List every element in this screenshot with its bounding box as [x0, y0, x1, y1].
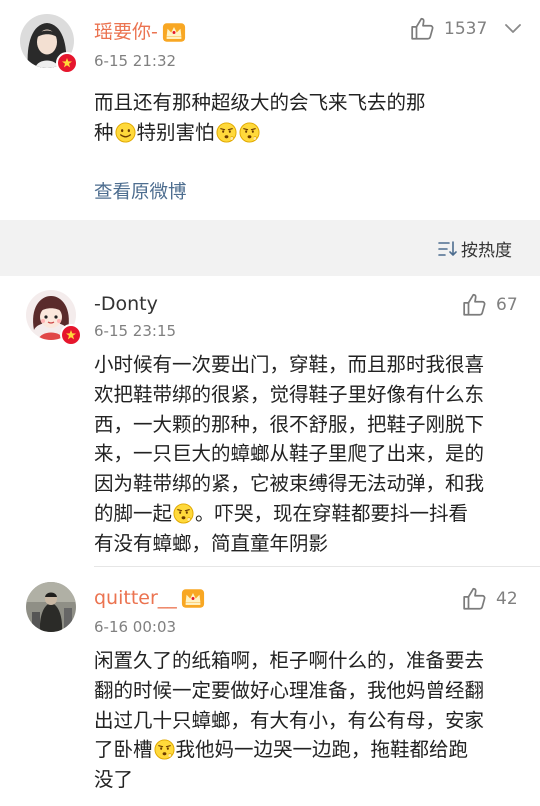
comment-card-1: 瑶要你- 6-15 21:32 1537 而且还有那种超级大的会飞来飞去的那 种…	[0, 0, 540, 220]
username[interactable]: -Donty	[94, 293, 158, 315]
comment-line: 西，一大颗的那种，很不舒服，把鞋子刚脱下	[94, 412, 485, 436]
comment-fragment: 的脚一起	[94, 501, 173, 525]
avatar[interactable]	[26, 582, 76, 632]
sort-button[interactable]: 按热度	[437, 236, 512, 261]
comment-line: 的脚一起 。吓哭，现在穿鞋都要抖一抖看	[94, 499, 484, 529]
like-button[interactable]: 42	[462, 586, 518, 612]
thumbs-up-icon	[462, 292, 488, 318]
comment-fragment: 我他妈一边哭一边跑，拖鞋都给跑	[175, 738, 469, 762]
vip-crown-icon	[162, 22, 186, 43]
sort-icon	[438, 240, 457, 256]
like-count: 42	[496, 589, 518, 609]
comment-fragment: 了卧槽	[94, 738, 153, 762]
comment-list: -Donty 6-15 23:15 67 小时候有一次要出门，穿鞋，而且那时我很…	[0, 276, 540, 806]
username-text[interactable]: 瑶要你-	[94, 21, 158, 43]
username[interactable]: quitter__	[94, 587, 205, 609]
username[interactable]: 瑶要你-	[94, 17, 186, 44]
worried-emoji	[154, 739, 175, 760]
worried-emoji	[216, 122, 237, 143]
vip-crown-icon	[181, 588, 205, 609]
worried-emoji	[173, 503, 194, 524]
username-text[interactable]: quitter__	[94, 587, 177, 609]
comment-line: 有没有蟑螂，简直童年阴影	[94, 531, 329, 555]
like-count: 67	[496, 295, 518, 315]
verified-badge-icon	[56, 52, 78, 74]
comment-line: 欢把鞋带绑的很紧，觉得鞋子里好像有什么东	[94, 382, 485, 406]
comment-fragment: 特别害怕	[136, 121, 215, 144]
comment-time: 6-15 23:15	[94, 322, 177, 340]
like-count: 1537	[444, 19, 488, 39]
comment-line: 而且还有那种超级大的会飞来飞去的那	[94, 91, 426, 114]
comment-line: 种特别害怕	[94, 118, 426, 148]
comment-line: 没了	[94, 768, 134, 792]
like-button[interactable]: 1537	[410, 16, 487, 42]
comment-divider	[94, 566, 540, 567]
comment-time: 6-16 00:03	[94, 618, 177, 636]
sort-label[interactable]: 按热度	[461, 236, 512, 261]
view-original-link[interactable]: 查看原微博	[94, 178, 187, 204]
thumbs-up-icon	[462, 586, 488, 612]
worried-emoji	[239, 122, 260, 143]
like-button[interactable]: 67	[462, 292, 518, 318]
comment-line: 了卧槽 我他妈一边哭一边跑，拖鞋都给跑	[94, 735, 484, 765]
comment-fragment: 种	[94, 121, 114, 144]
comment-fragment: 。吓哭，现在穿鞋都要抖一抖看	[195, 501, 469, 525]
comment-line: 来，一只巨大的蟑螂从鞋子里爬了出来，是的	[94, 442, 485, 466]
more-icon[interactable]	[504, 20, 522, 38]
smile-emoji	[115, 122, 136, 143]
comment-line: 闲置久了的纸箱啊，柜子啊什么的，准备要去	[94, 649, 485, 672]
comment-text: 闲置久了的纸箱啊，柜子啊什么的，准备要去 翻的时候一定要做好心理准备，我他妈曾经…	[94, 646, 484, 795]
comment-text: 而且还有那种超级大的会飞来飞去的那 种特别害怕	[94, 88, 426, 148]
verified-badge-icon	[60, 324, 82, 346]
comment-line: 因为鞋带绑的紧，它被束缚得无法动弹，和我	[94, 472, 485, 496]
comment-line: 翻的时候一定要做好心理准备，我他妈曾经翻	[94, 678, 485, 702]
comment-line: 出过几十只蟑螂，有大有小，有公有母，安家	[94, 708, 485, 732]
comment-text: 小时候有一次要出门，穿鞋，而且那时我很喜 欢把鞋带绑的很紧，觉得鞋子里好像有什么…	[94, 350, 484, 559]
comment-time: 6-15 21:32	[94, 52, 177, 70]
comment-line: 小时候有一次要出门，穿鞋，而且那时我很喜	[94, 353, 485, 376]
thumbs-up-icon	[410, 16, 436, 42]
